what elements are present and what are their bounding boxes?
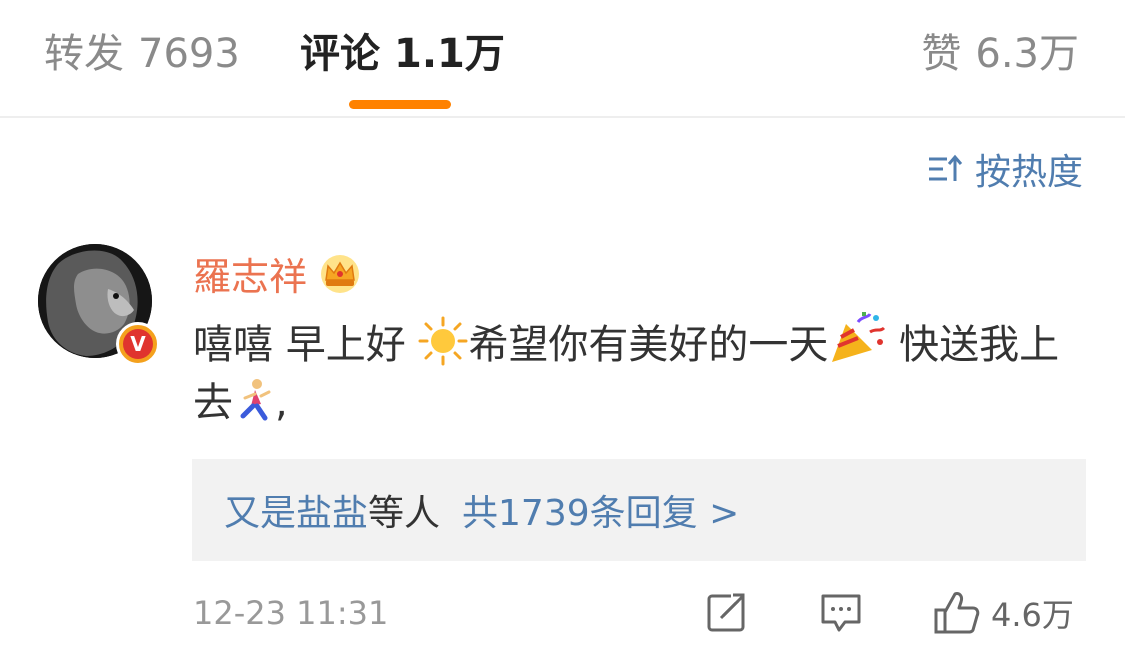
comment-text: 嘻嘻 早上好 希望你有美好的一天 快送我上去 , bbox=[193, 310, 1088, 432]
reply-user-suffix: 等人 bbox=[368, 493, 441, 534]
like-count: 4.6万 bbox=[991, 596, 1074, 634]
comment-icon bbox=[821, 594, 861, 632]
comment-username[interactable]: 羅志祥 bbox=[193, 246, 361, 301]
tab-comment-label: 评论 bbox=[300, 31, 380, 77]
like-button[interactable]: 4.6万 bbox=[933, 590, 1074, 636]
tab-repost-label: 转发 bbox=[44, 31, 124, 77]
sort-label: 按热度 bbox=[974, 152, 1083, 193]
tab-comment-count: 1.1万 bbox=[394, 31, 505, 77]
comment-footer: 12-23 11:31 4.6万 bbox=[193, 588, 1085, 638]
sun-emoji bbox=[418, 316, 468, 366]
comment-button[interactable] bbox=[819, 590, 863, 634]
runner-emoji bbox=[240, 379, 271, 421]
tab-like-label: 赞 bbox=[921, 31, 962, 77]
comment-time: 12-23 11:31 bbox=[193, 594, 389, 632]
tab-like[interactable]: 赞 6.3万 bbox=[921, 26, 1079, 82]
username-text: 羅志祥 bbox=[193, 255, 308, 299]
comment-text-part: 希望你有美好的一天 bbox=[468, 322, 829, 368]
sort-icon bbox=[928, 154, 963, 181]
tab-repost[interactable]: 转发 7693 bbox=[44, 26, 240, 82]
repost-icon bbox=[707, 590, 749, 632]
comment-text-part: 嘻嘻 早上好 bbox=[193, 322, 419, 368]
reply-total-link[interactable]: 共1739条回复 > bbox=[462, 484, 739, 536]
replies-summary[interactable]: 又是盐盐 等人 共1739条回复 > bbox=[192, 459, 1086, 561]
thumbs-up-icon bbox=[934, 592, 980, 634]
crown-icon bbox=[321, 254, 360, 293]
active-tab-indicator bbox=[349, 100, 451, 109]
repost-button[interactable] bbox=[705, 590, 749, 634]
tab-like-count: 6.3万 bbox=[975, 31, 1079, 77]
reply-user-link[interactable]: 又是盐盐 bbox=[224, 484, 368, 536]
tab-repost-count: 7693 bbox=[138, 31, 240, 77]
party-popper-emoji bbox=[832, 312, 886, 362]
tab-comment[interactable]: 评论 1.1万 bbox=[300, 26, 505, 82]
comment-tabs: 转发 7693 评论 1.1万 赞 6.3万 bbox=[0, 0, 1125, 118]
comment-text-part: , bbox=[275, 380, 288, 426]
verified-v-icon: V bbox=[116, 322, 160, 366]
sort-by-hot-button[interactable]: 按热度 bbox=[927, 146, 1083, 193]
